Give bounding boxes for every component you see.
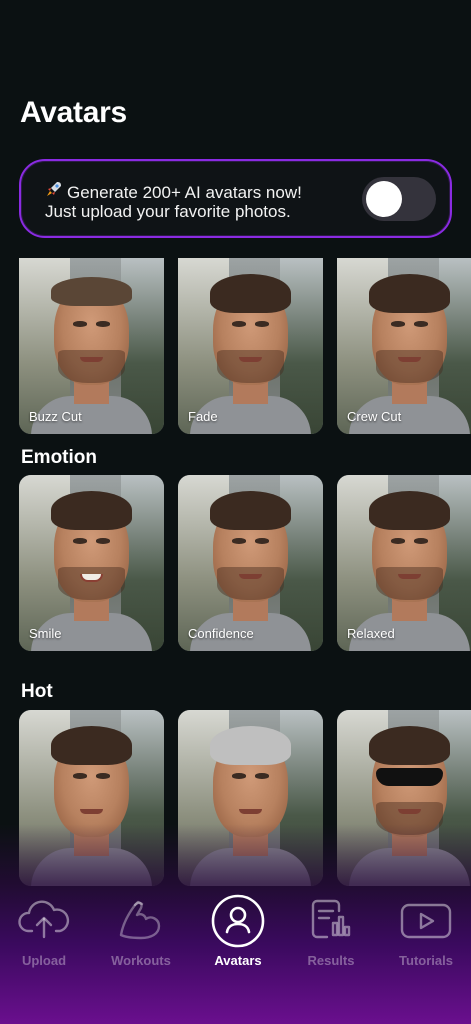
nav-label-results: Results [307,953,355,968]
avatar-card-label: Crew Cut [347,409,402,424]
avatar-card-smile[interactable]: Smile [19,475,164,651]
bottom-nav: Upload Workouts Avatars Results Tutorial… [0,880,471,990]
promo-line-1: Generate 200+ AI avatars now! [45,180,302,203]
section-title-hot: Hot [21,681,53,702]
promo-headline: Generate 200+ AI avatars now! [67,183,302,202]
avatar-card-fade[interactable]: Fade [178,258,323,434]
avatar-card-buzz-cut[interactable]: Buzz Cut [19,258,164,434]
flexed-arm-icon [113,893,169,949]
avatar-card-label: Relaxed [347,626,395,641]
nav-label-workouts: Workouts [111,953,171,968]
avatar-card-label: Smile [29,626,62,641]
nav-item-workouts[interactable]: Workouts [94,880,188,980]
avatar-card-label: Fade [188,409,218,424]
nav-label-avatars: Avatars [214,953,262,968]
user-circle-icon [210,893,266,949]
play-button-icon [398,893,454,949]
page-title: Avatars [20,96,127,129]
nav-item-upload[interactable]: Upload [0,880,91,980]
nav-label-upload: Upload [21,953,67,968]
avatar-card-label: Confidence [188,626,254,641]
avatar-card-confidence[interactable]: Confidence [178,475,323,651]
nav-item-results[interactable]: Results [284,880,378,980]
hairstyle-row: Buzz Cut Fade Crew Cut [19,258,471,434]
avatar-card-crew-cut[interactable]: Crew Cut [337,258,471,434]
promo-banner[interactable]: Generate 200+ AI avatars now! Just uploa… [19,159,452,238]
rocket-icon [45,180,63,203]
promo-subline: Just upload your favorite photos. [45,202,291,221]
avatars-screen: Avatars Generate 200+ AI avatars now! Ju… [0,0,471,1024]
nav-item-avatars[interactable]: Avatars [191,880,285,980]
emotion-row: Smile Confidence Relaxed [19,475,471,651]
avatar-generation-toggle[interactable] [362,177,436,221]
cloud-upload-icon [16,893,72,949]
sunglasses [376,768,443,786]
nav-label-tutorials: Tutorials [399,953,453,968]
chart-document-icon [303,893,359,949]
avatar-card-label: Buzz Cut [29,409,82,424]
toggle-knob [366,181,402,217]
section-title-emotion: Emotion [21,447,97,468]
avatar-card-relaxed[interactable]: Relaxed [337,475,471,651]
nav-item-tutorials[interactable]: Tutorials [379,880,471,980]
